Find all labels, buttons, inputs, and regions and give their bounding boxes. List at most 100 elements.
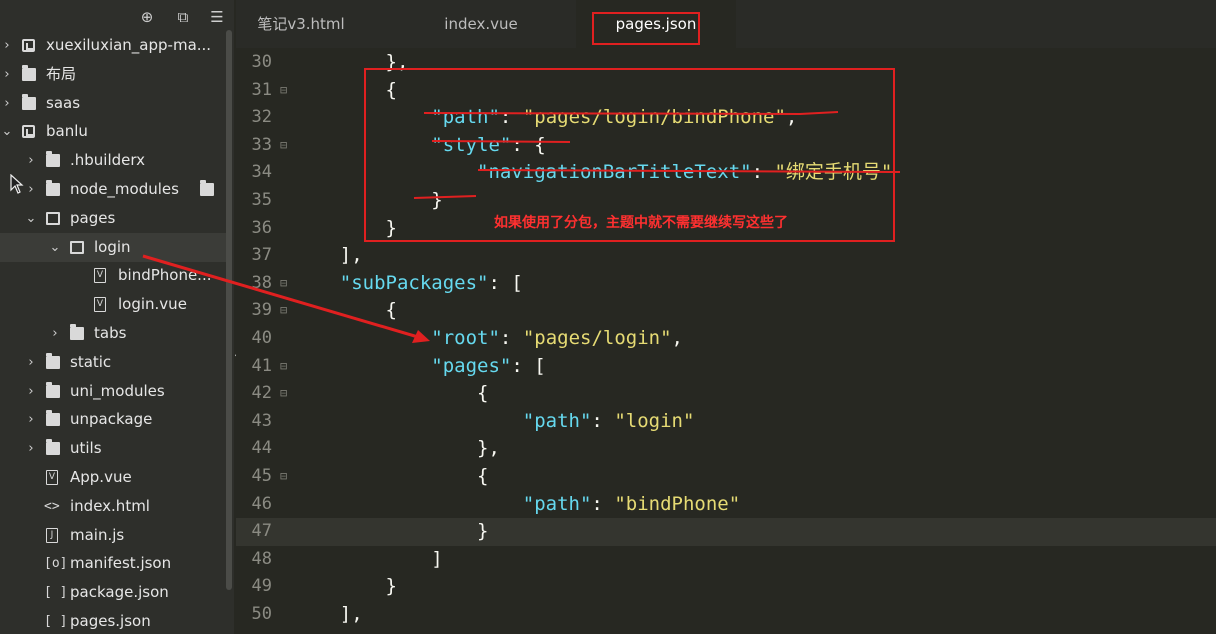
code-line[interactable]: 37 ], [236,242,1216,270]
code-text: "path": "bindPhone" [294,491,740,519]
code-line[interactable]: 46 "path": "bindPhone" [236,491,1216,519]
line-number: 31 [251,79,272,100]
tab-index-vue[interactable]: index.vue [416,0,546,48]
fold-toggle-icon[interactable]: ⊟ [280,380,287,408]
code-line[interactable]: 45 ⊟ { [236,463,1216,491]
code-token: : [499,327,523,349]
editor-tab-bar: 笔记v3.html index.vue pages.json [236,0,1216,48]
fold-toggle-icon[interactable]: ⊟ [280,77,287,105]
fold-toggle-icon[interactable]: ⊟ [280,353,287,381]
fold-toggle-icon[interactable]: ⊟ [280,297,287,325]
tree-item-label: banlu [46,122,88,141]
line-number: 45 [251,466,272,486]
line-number: 46 [251,493,272,514]
tree-item-label: package.json [70,583,169,602]
code-line[interactable]: 40 "root": "pages/login", [236,325,1216,353]
code-line[interactable]: 50 ], [236,601,1216,629]
chevron-right-icon[interactable]: › [24,434,38,463]
tree-item-label: uni_modules [70,381,165,400]
line-number: 43 [251,410,272,431]
tree-item[interactable]: › uni_modules [0,377,226,406]
tree-item-label: .hbuilderx [70,151,146,170]
tree-item[interactable]: ⌄ pages [0,204,226,233]
chevron-right-icon[interactable]: › [48,319,62,348]
chevron-right-icon[interactable]: › [0,31,14,60]
code-line[interactable]: 41 ⊟ "pages": [ [236,353,1216,381]
tree-item[interactable]: › saas [0,89,226,118]
chevron-right-icon[interactable]: › [24,377,38,406]
code-text: { [294,380,488,408]
tree-item[interactable]: › unpackage [0,405,226,434]
chevron-down-icon[interactable]: ⌄ [0,117,14,146]
tree-item[interactable]: Vlogin.vue [0,290,226,319]
target-icon[interactable]: ⊕ [137,7,157,27]
chevron-right-icon[interactable]: › [24,405,38,434]
code-line[interactable]: 47 } [236,518,1216,546]
line-number: 44 [251,438,272,459]
fold-toggle-icon[interactable]: ⊟ [280,132,287,160]
line-number: 37 [251,245,272,266]
code-token: "root" [431,327,500,349]
chevron-down-icon[interactable]: ⌄ [48,233,62,262]
code-token: , [671,327,683,349]
html-file-icon: <> [44,498,60,514]
tree-item[interactable]: Jmain.js [0,521,226,550]
tree-item-label: login [94,237,131,256]
tree-item-label: manifest.json [70,554,172,573]
chevron-right-icon[interactable]: › [24,348,38,377]
tree-item[interactable]: <> index.html [0,492,226,521]
json-file-icon: [ ] [44,585,68,601]
tree-item[interactable]: › 布局 [0,60,226,89]
tree-item[interactable]: [o] manifest.json [0,549,226,578]
chevron-right-icon[interactable]: › [24,146,38,175]
code-token: : [ [511,354,546,377]
tree-item[interactable]: ⌄ banlu [0,117,226,146]
code-line[interactable]: 49 } [236,573,1216,601]
chevron-down-icon[interactable]: ⌄ [24,204,38,233]
code-text: "path": "login" [294,408,695,436]
code-token: : [591,409,615,432]
tree-item-label: login.vue [118,295,187,314]
tree-item-label: main.js [70,525,125,544]
chevron-right-icon[interactable]: › [24,175,38,204]
tree-item[interactable]: V App.vue [0,463,226,492]
tree-item[interactable]: › static [0,348,226,377]
tree-item[interactable]: › tabs [0,319,226,348]
tree-item[interactable]: › xuexiluxian_app-ma... [0,31,226,60]
tab-highlight-annotation [592,12,700,45]
fold-toggle-icon[interactable]: ⊟ [280,463,287,491]
code-token: "subPackages" [339,271,489,294]
folder-icon [46,410,60,427]
folder-icon [46,352,60,369]
menu-icon[interactable]: ☰ [207,7,227,27]
line-number: 40 [251,328,272,348]
line-number: 47 [251,521,272,542]
tree-item[interactable]: [ ] package.json [0,578,226,607]
fold-toggle-icon[interactable]: ⊟ [280,270,287,298]
tree-item[interactable]: [ ] pages.json [0,607,226,634]
code-line[interactable]: 43 "path": "login" [236,408,1216,436]
sidebar-toolbar: ⊕ ⧉ ☰ [0,0,234,34]
code-line[interactable]: 42 ⊟ { [236,380,1216,408]
folder-icon [46,180,60,196]
tab-notes-html[interactable]: 笔记v3.html [236,0,366,48]
sidebar-scrollbar[interactable] [226,30,232,590]
code-line[interactable]: 48 ] [236,546,1216,574]
tree-item[interactable]: › .hbuilderx [0,146,226,175]
tree-item[interactable]: VbindPhone... [0,261,226,290]
tree-item-label: node_modules [70,180,179,198]
chevron-right-icon[interactable]: › [0,60,14,89]
code-line[interactable]: 38 ⊟ "subPackages": [ [236,270,1216,298]
code-token: "path" [522,492,592,515]
tree-item[interactable]: › utils [0,434,226,463]
code-line[interactable]: 39 ⊟ { [236,297,1216,325]
chevron-right-icon[interactable]: › [0,89,14,118]
annotation-note: 如果使用了分包，主题中就不需要继续写这些了 [494,215,788,231]
copy-icon[interactable]: ⧉ [173,7,193,27]
code-token: ] [294,547,443,570]
code-line[interactable]: 44 }, [236,435,1216,463]
tree-item[interactable]: ⌄ login [0,232,226,262]
tree-item[interactable]: › node_modules [0,175,226,204]
